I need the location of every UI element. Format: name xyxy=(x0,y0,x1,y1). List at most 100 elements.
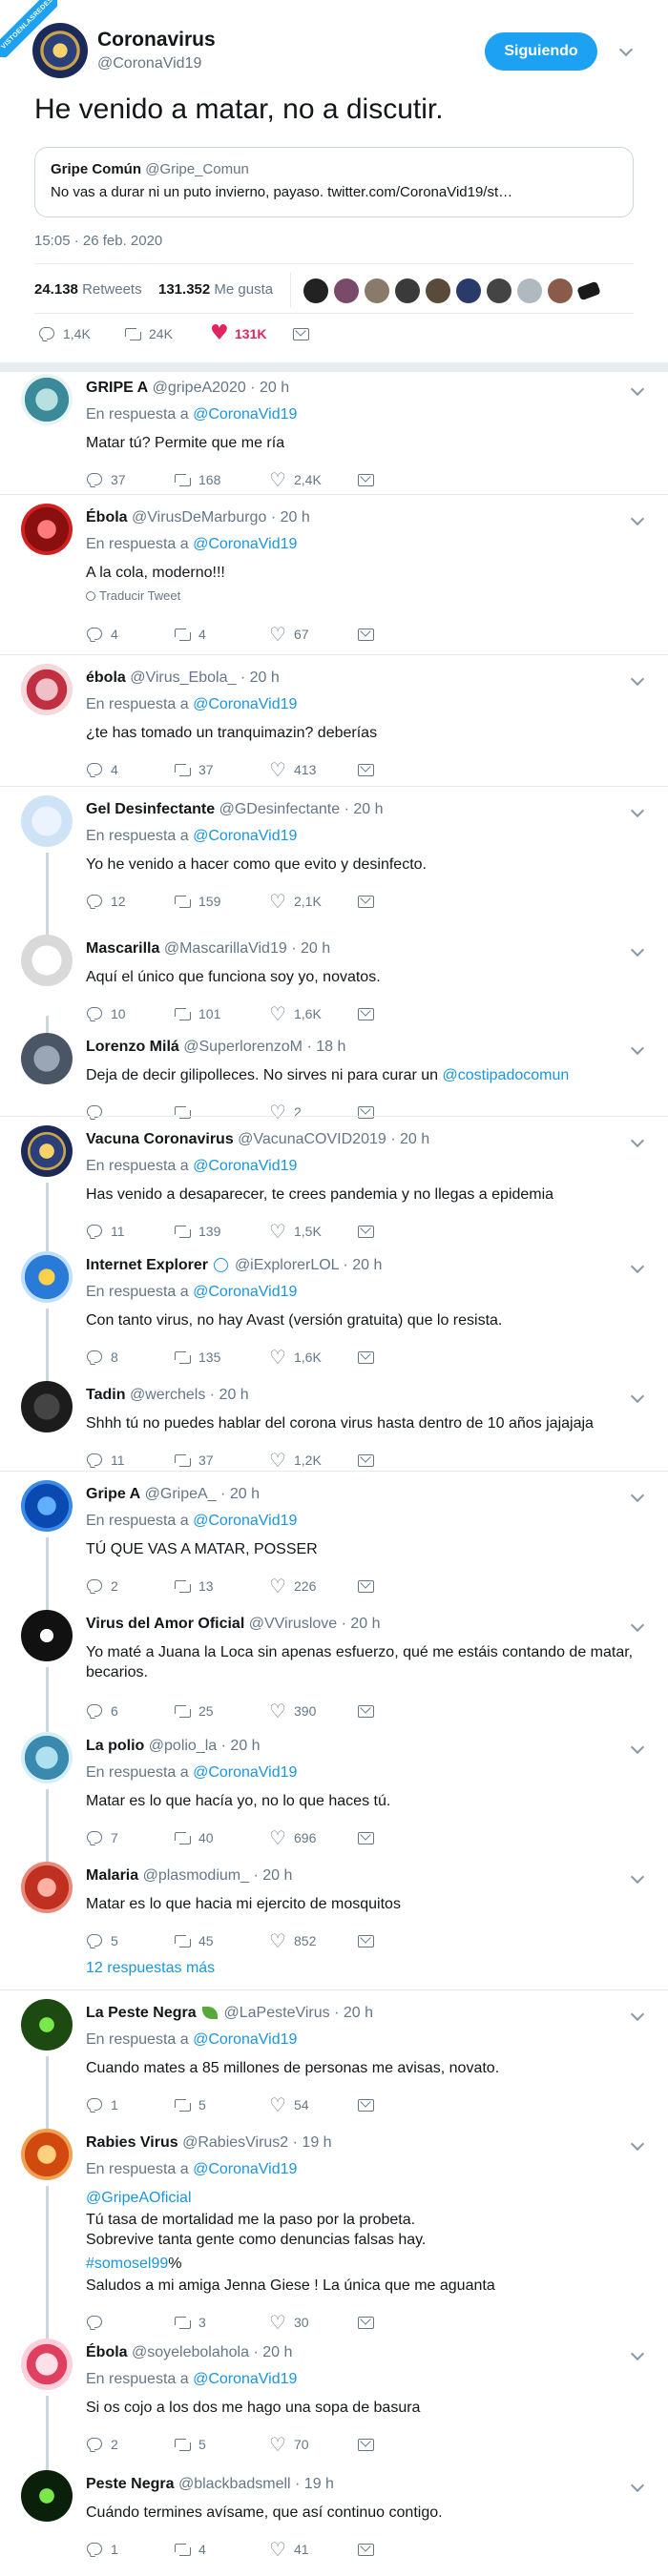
share-button[interactable] xyxy=(357,1701,382,1721)
quoted-tweet[interactable]: Gripe Común @Gripe_Comun No vas a durar … xyxy=(34,147,634,217)
translate-tweet-link[interactable]: Traducir Tweet xyxy=(86,588,180,603)
reply-time[interactable]: · 20 h xyxy=(253,2344,292,2360)
share-button[interactable] xyxy=(357,1348,382,1367)
likes-stat[interactable]: 131.352 Me gusta xyxy=(158,281,273,298)
share-button[interactable] xyxy=(357,1451,382,1470)
author-handle[interactable]: @GripeA_ xyxy=(145,1486,217,1502)
author-name[interactable]: Gripe A xyxy=(86,1486,140,1502)
avatar[interactable] xyxy=(21,504,73,555)
avatar[interactable] xyxy=(21,2339,73,2390)
author-handle[interactable]: @gripeA2020 xyxy=(153,380,246,396)
reply-time[interactable]: · 20 h xyxy=(221,1738,261,1754)
reply-time[interactable]: · 20 h xyxy=(210,1387,249,1403)
author-name[interactable]: Malaria xyxy=(86,1867,138,1884)
chevron-down-icon[interactable] xyxy=(630,1135,645,1150)
chevron-down-icon[interactable] xyxy=(630,805,645,820)
reply-time[interactable]: · 20 h xyxy=(240,670,280,686)
avatar[interactable] xyxy=(21,2470,73,2522)
author-name[interactable]: Vacuna Coronavirus xyxy=(86,1131,234,1147)
chevron-down-icon[interactable] xyxy=(630,2138,645,2154)
author-handle[interactable]: @Virus_Ebola_ xyxy=(130,670,236,686)
author-handle[interactable]: @RabiesVirus2 xyxy=(182,2134,288,2151)
retweet-button[interactable]: 4 xyxy=(174,625,206,644)
like-button[interactable]: 2,4K xyxy=(269,468,322,491)
chevron-down-icon[interactable] xyxy=(630,673,645,689)
reply-button[interactable]: 8 xyxy=(86,1348,118,1367)
author-handle[interactable]: @iExplorerLOL xyxy=(235,1257,339,1273)
avatar[interactable] xyxy=(21,1251,73,1303)
author-handle[interactable]: @soyelebolahola xyxy=(132,2344,249,2360)
following-button[interactable]: Siguiendo xyxy=(485,32,597,71)
like-button[interactable]: 41 xyxy=(269,2538,309,2561)
reply-time[interactable]: · 19 h xyxy=(293,2134,332,2151)
mention-link[interactable]: @costipadocomun xyxy=(443,1067,570,1083)
avatar[interactable] xyxy=(21,1999,73,2050)
reply-button[interactable]: 11 xyxy=(86,1222,125,1241)
retweet-button[interactable]: 40 xyxy=(174,1828,214,1847)
reply-time[interactable]: · 20 h xyxy=(342,1616,381,1632)
share-button[interactable] xyxy=(357,760,382,779)
liker-avatar[interactable] xyxy=(334,278,359,303)
author-handle[interactable]: @werchels xyxy=(130,1387,205,1403)
like-button[interactable]: 2,1K xyxy=(269,890,322,913)
reply-button[interactable]: 1 xyxy=(86,2095,118,2114)
mention-link[interactable]: @CoronaVid19 xyxy=(193,1284,297,1300)
mention-link[interactable]: @CoronaVid19 xyxy=(193,2031,297,2048)
author-name[interactable]: Gel Desinfectante xyxy=(86,801,215,817)
retweet-button[interactable]: 37 xyxy=(174,760,214,779)
author-name[interactable]: GRIPE A xyxy=(86,380,148,396)
share-button[interactable] xyxy=(357,1931,382,1950)
avatar[interactable] xyxy=(21,1610,73,1661)
reply-button[interactable] xyxy=(86,2313,111,2332)
liker-avatar[interactable] xyxy=(426,278,450,303)
like-button[interactable]: 70 xyxy=(269,2433,309,2456)
mention-link[interactable]: @CoronaVid19 xyxy=(193,2161,297,2177)
avatar[interactable] xyxy=(32,23,88,78)
author-name[interactable]: Rabies Virus xyxy=(86,2134,178,2151)
retweet-button[interactable]: 101 xyxy=(174,1004,220,1023)
avatar[interactable] xyxy=(21,2129,73,2180)
share-button[interactable] xyxy=(357,1828,382,1847)
reply-time[interactable]: · 20 h xyxy=(253,1867,292,1884)
reply-time[interactable]: · 20 h xyxy=(343,1257,382,1273)
like-button[interactable]: 1,6K xyxy=(269,1002,322,1025)
author-handle[interactable]: @polio_la xyxy=(149,1738,217,1754)
reply-button[interactable]: 12 xyxy=(86,892,126,911)
reply-button[interactable] xyxy=(86,1103,111,1122)
retweet-button[interactable] xyxy=(174,1103,198,1122)
retweet-button[interactable]: 4 xyxy=(174,2540,206,2559)
retweet-button[interactable]: 135 xyxy=(174,1348,220,1367)
author-name[interactable]: Tadin xyxy=(86,1387,125,1403)
reply-time[interactable]: · 20 h xyxy=(334,2005,373,2021)
mention-link[interactable]: @CoronaVid19 xyxy=(193,1764,297,1781)
reply-time[interactable]: · 20 h xyxy=(291,940,330,957)
like-button[interactable]: 390 xyxy=(269,1700,316,1722)
reply-button[interactable]: 1 xyxy=(86,2540,118,2559)
author-handle[interactable]: @SuperlorenzoM xyxy=(183,1039,303,1055)
like-button[interactable]: 1,2K xyxy=(269,1449,322,1472)
avatar[interactable] xyxy=(21,1033,73,1084)
avatar[interactable] xyxy=(21,1125,73,1177)
show-more-replies-link[interactable]: 12 respuestas más xyxy=(86,1960,215,1977)
retweet-button[interactable]: 13 xyxy=(174,1577,214,1596)
liker-avatar[interactable] xyxy=(548,278,573,303)
author-handle[interactable]: @blackbadsmell xyxy=(178,2476,291,2492)
share-button[interactable] xyxy=(357,2313,382,2332)
like-button[interactable]: 30 xyxy=(269,2311,309,2334)
author-name[interactable]: Mascarilla xyxy=(86,940,159,957)
avatar[interactable] xyxy=(21,1862,73,1913)
share-button[interactable] xyxy=(357,2095,382,2114)
retweet-button[interactable]: 5 xyxy=(174,2435,206,2454)
reply-time[interactable]: · 20 h xyxy=(250,380,289,396)
chevron-down-icon[interactable] xyxy=(630,1042,645,1058)
liker-avatar[interactable] xyxy=(365,278,389,303)
avatar[interactable] xyxy=(21,1732,73,1783)
reply-button[interactable]: 1,4K xyxy=(38,324,91,343)
bird-icon[interactable] xyxy=(576,280,601,301)
reply-button[interactable]: 5 xyxy=(86,1931,118,1950)
tweet-timestamp[interactable]: 15:05 · 26 feb. 2020 xyxy=(34,233,162,249)
avatar[interactable] xyxy=(21,1381,73,1432)
share-button[interactable] xyxy=(292,324,317,343)
translate-label[interactable]: Traducir Tweet xyxy=(99,588,180,603)
share-button[interactable] xyxy=(357,1004,382,1023)
